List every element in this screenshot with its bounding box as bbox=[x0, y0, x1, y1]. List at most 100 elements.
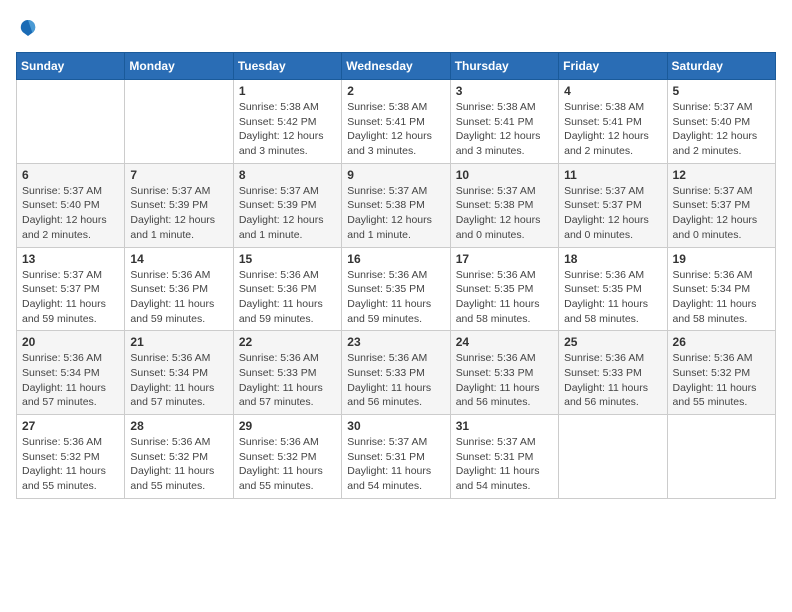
calendar-cell: 11 Sunrise: 5:37 AM Sunset: 5:37 PM Dayli… bbox=[559, 163, 667, 247]
calendar-week-1: 1 Sunrise: 5:38 AM Sunset: 5:42 PM Daylig… bbox=[17, 80, 776, 164]
day-number: 23 bbox=[347, 335, 444, 349]
day-info: Sunrise: 5:36 AM Sunset: 5:33 PM Dayligh… bbox=[564, 351, 661, 410]
day-number: 12 bbox=[673, 168, 770, 182]
calendar-cell: 8 Sunrise: 5:37 AM Sunset: 5:39 PM Daylig… bbox=[233, 163, 341, 247]
calendar-cell: 14Sunrise: 5:36 AM Sunset: 5:36 PM Dayli… bbox=[125, 247, 233, 331]
day-info: Sunrise: 5:37 AM Sunset: 5:31 PM Dayligh… bbox=[456, 435, 553, 494]
day-number: 10 bbox=[456, 168, 553, 182]
day-number: 3 bbox=[456, 84, 553, 98]
calendar-week-5: 27 Sunrise: 5:36 AM Sunset: 5:32 PM Dayli… bbox=[17, 415, 776, 499]
calendar-cell: 3 Sunrise: 5:38 AM Sunset: 5:41 PM Daylig… bbox=[450, 80, 558, 164]
calendar-cell: 31 Sunrise: 5:37 AM Sunset: 5:31 PM Dayli… bbox=[450, 415, 558, 499]
day-info: Sunrise: 5:38 AM Sunset: 5:41 PM Dayligh… bbox=[456, 100, 553, 159]
calendar-table: SundayMondayTuesdayWednesdayThursdayFrid… bbox=[16, 52, 776, 499]
calendar-week-2: 6 Sunrise: 5:37 AM Sunset: 5:40 PM Daylig… bbox=[17, 163, 776, 247]
calendar-cell: 28 Sunrise: 5:36 AM Sunset: 5:32 PM Dayli… bbox=[125, 415, 233, 499]
calendar-cell: 21Sunrise: 5:36 AM Sunset: 5:34 PM Dayli… bbox=[125, 331, 233, 415]
day-info: Sunrise: 5:37 AM Sunset: 5:37 PM Dayligh… bbox=[673, 184, 770, 243]
calendar-cell: 30Sunrise: 5:37 AM Sunset: 5:31 PM Dayli… bbox=[342, 415, 450, 499]
calendar-cell: 4 Sunrise: 5:38 AM Sunset: 5:41 PM Daylig… bbox=[559, 80, 667, 164]
day-number: 8 bbox=[239, 168, 336, 182]
day-number: 17 bbox=[456, 252, 553, 266]
calendar-cell: 29Sunrise: 5:36 AM Sunset: 5:32 PM Dayli… bbox=[233, 415, 341, 499]
calendar-cell: 27 Sunrise: 5:36 AM Sunset: 5:32 PM Dayli… bbox=[17, 415, 125, 499]
day-info: Sunrise: 5:37 AM Sunset: 5:39 PM Dayligh… bbox=[239, 184, 336, 243]
day-info: Sunrise: 5:36 AM Sunset: 5:33 PM Dayligh… bbox=[347, 351, 444, 410]
day-info: Sunrise: 5:36 AM Sunset: 5:32 PM Dayligh… bbox=[239, 435, 336, 494]
day-number: 9 bbox=[347, 168, 444, 182]
day-number: 20 bbox=[22, 335, 119, 349]
weekday-header-saturday: Saturday bbox=[667, 53, 775, 80]
weekday-header-thursday: Thursday bbox=[450, 53, 558, 80]
day-info: Sunrise: 5:37 AM Sunset: 5:37 PM Dayligh… bbox=[564, 184, 661, 243]
day-info: Sunrise: 5:36 AM Sunset: 5:35 PM Dayligh… bbox=[347, 268, 444, 327]
day-number: 4 bbox=[564, 84, 661, 98]
day-number: 14 bbox=[130, 252, 227, 266]
logo-icon bbox=[16, 16, 40, 40]
day-number: 2 bbox=[347, 84, 444, 98]
logo bbox=[16, 16, 44, 40]
day-number: 24 bbox=[456, 335, 553, 349]
day-number: 28 bbox=[130, 419, 227, 433]
calendar-cell bbox=[17, 80, 125, 164]
calendar-week-3: 13 Sunrise: 5:37 AM Sunset: 5:37 PM Dayli… bbox=[17, 247, 776, 331]
day-info: Sunrise: 5:36 AM Sunset: 5:34 PM Dayligh… bbox=[22, 351, 119, 410]
weekday-row: SundayMondayTuesdayWednesdayThursdayFrid… bbox=[17, 53, 776, 80]
day-info: Sunrise: 5:37 AM Sunset: 5:37 PM Dayligh… bbox=[22, 268, 119, 327]
day-info: Sunrise: 5:36 AM Sunset: 5:35 PM Dayligh… bbox=[564, 268, 661, 327]
day-info: Sunrise: 5:37 AM Sunset: 5:38 PM Dayligh… bbox=[456, 184, 553, 243]
day-number: 6 bbox=[22, 168, 119, 182]
calendar-cell bbox=[667, 415, 775, 499]
day-info: Sunrise: 5:37 AM Sunset: 5:40 PM Dayligh… bbox=[22, 184, 119, 243]
calendar-cell: 5Sunrise: 5:37 AM Sunset: 5:40 PM Daylig… bbox=[667, 80, 775, 164]
day-number: 19 bbox=[673, 252, 770, 266]
day-number: 13 bbox=[22, 252, 119, 266]
day-info: Sunrise: 5:36 AM Sunset: 5:32 PM Dayligh… bbox=[22, 435, 119, 494]
day-number: 31 bbox=[456, 419, 553, 433]
day-number: 30 bbox=[347, 419, 444, 433]
day-info: Sunrise: 5:36 AM Sunset: 5:36 PM Dayligh… bbox=[239, 268, 336, 327]
calendar-cell: 26 Sunrise: 5:36 AM Sunset: 5:32 PM Dayli… bbox=[667, 331, 775, 415]
day-number: 7 bbox=[130, 168, 227, 182]
calendar-cell: 7 Sunrise: 5:37 AM Sunset: 5:39 PM Daylig… bbox=[125, 163, 233, 247]
day-number: 11 bbox=[564, 168, 661, 182]
calendar-cell: 25 Sunrise: 5:36 AM Sunset: 5:33 PM Dayli… bbox=[559, 331, 667, 415]
calendar-cell: 17Sunrise: 5:36 AM Sunset: 5:35 PM Dayli… bbox=[450, 247, 558, 331]
day-info: Sunrise: 5:36 AM Sunset: 5:34 PM Dayligh… bbox=[673, 268, 770, 327]
calendar-cell: 16 Sunrise: 5:36 AM Sunset: 5:35 PM Dayli… bbox=[342, 247, 450, 331]
weekday-header-sunday: Sunday bbox=[17, 53, 125, 80]
calendar-cell: 24 Sunrise: 5:36 AM Sunset: 5:33 PM Dayli… bbox=[450, 331, 558, 415]
calendar-cell: 6 Sunrise: 5:37 AM Sunset: 5:40 PM Daylig… bbox=[17, 163, 125, 247]
calendar-cell: 1 Sunrise: 5:38 AM Sunset: 5:42 PM Daylig… bbox=[233, 80, 341, 164]
day-info: Sunrise: 5:38 AM Sunset: 5:41 PM Dayligh… bbox=[347, 100, 444, 159]
calendar-cell: 10 Sunrise: 5:37 AM Sunset: 5:38 PM Dayli… bbox=[450, 163, 558, 247]
weekday-header-monday: Monday bbox=[125, 53, 233, 80]
day-number: 16 bbox=[347, 252, 444, 266]
day-info: Sunrise: 5:37 AM Sunset: 5:38 PM Dayligh… bbox=[347, 184, 444, 243]
day-number: 27 bbox=[22, 419, 119, 433]
day-info: Sunrise: 5:38 AM Sunset: 5:42 PM Dayligh… bbox=[239, 100, 336, 159]
day-info: Sunrise: 5:36 AM Sunset: 5:33 PM Dayligh… bbox=[456, 351, 553, 410]
day-number: 1 bbox=[239, 84, 336, 98]
weekday-header-tuesday: Tuesday bbox=[233, 53, 341, 80]
calendar-cell: 9 Sunrise: 5:37 AM Sunset: 5:38 PM Daylig… bbox=[342, 163, 450, 247]
calendar-cell bbox=[559, 415, 667, 499]
day-number: 21 bbox=[130, 335, 227, 349]
calendar-week-4: 20 Sunrise: 5:36 AM Sunset: 5:34 PM Dayli… bbox=[17, 331, 776, 415]
day-info: Sunrise: 5:38 AM Sunset: 5:41 PM Dayligh… bbox=[564, 100, 661, 159]
weekday-header-friday: Friday bbox=[559, 53, 667, 80]
day-number: 26 bbox=[673, 335, 770, 349]
calendar-cell: 15Sunrise: 5:36 AM Sunset: 5:36 PM Dayli… bbox=[233, 247, 341, 331]
calendar-cell: 22 Sunrise: 5:36 AM Sunset: 5:33 PM Dayli… bbox=[233, 331, 341, 415]
day-info: Sunrise: 5:36 AM Sunset: 5:33 PM Dayligh… bbox=[239, 351, 336, 410]
weekday-header-wednesday: Wednesday bbox=[342, 53, 450, 80]
day-number: 22 bbox=[239, 335, 336, 349]
page-header bbox=[16, 16, 776, 40]
day-info: Sunrise: 5:36 AM Sunset: 5:32 PM Dayligh… bbox=[673, 351, 770, 410]
calendar-cell: 19 Sunrise: 5:36 AM Sunset: 5:34 PM Dayli… bbox=[667, 247, 775, 331]
calendar-cell bbox=[125, 80, 233, 164]
day-number: 25 bbox=[564, 335, 661, 349]
day-info: Sunrise: 5:36 AM Sunset: 5:32 PM Dayligh… bbox=[130, 435, 227, 494]
day-info: Sunrise: 5:37 AM Sunset: 5:39 PM Dayligh… bbox=[130, 184, 227, 243]
calendar-cell: 2 Sunrise: 5:38 AM Sunset: 5:41 PM Daylig… bbox=[342, 80, 450, 164]
